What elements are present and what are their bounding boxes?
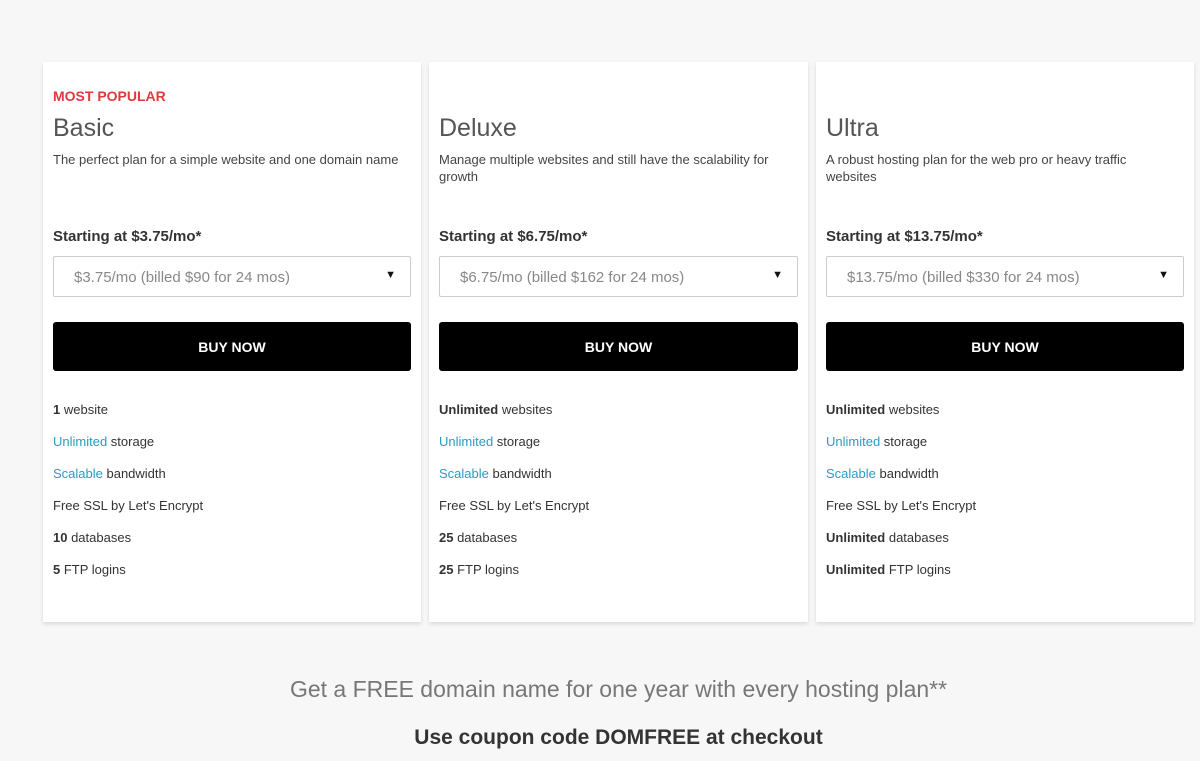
plan-card-basic: MOST POPULAR Basic The perfect plan for … bbox=[43, 62, 421, 622]
feature-bold: Unlimited bbox=[826, 530, 885, 545]
feature-text: databases bbox=[885, 530, 949, 545]
feature-bold: Unlimited bbox=[439, 402, 498, 417]
dropdown-arrow-icon: ▼ bbox=[385, 269, 396, 281]
feature-item: 5 FTP logins bbox=[53, 562, 203, 594]
starting-price: Starting at $13.75/mo* bbox=[826, 228, 983, 245]
dropdown-arrow-icon: ▼ bbox=[772, 269, 783, 281]
feature-item: Free SSL by Let's Encrypt bbox=[53, 498, 203, 530]
feature-text: bandwidth bbox=[103, 466, 166, 481]
feature-bold: 25 bbox=[439, 530, 453, 545]
billing-term-select[interactable]: $3.75/mo (billed $90 for 24 mos) ▼ bbox=[53, 256, 411, 297]
coupon-note: Use coupon code DOMFREE at checkout bbox=[0, 726, 1200, 750]
feature-link[interactable]: Unlimited bbox=[53, 434, 107, 449]
feature-item: Unlimited websites bbox=[826, 402, 976, 434]
plan-name: Ultra bbox=[826, 114, 879, 143]
plan-name: Deluxe bbox=[439, 114, 517, 143]
plan-name: Basic bbox=[53, 114, 114, 143]
feature-link[interactable]: Scalable bbox=[53, 466, 103, 481]
feature-bold: Unlimited bbox=[826, 402, 885, 417]
feature-item: Unlimited websites bbox=[439, 402, 589, 434]
feature-text: databases bbox=[453, 530, 517, 545]
feature-item: 25 FTP logins bbox=[439, 562, 589, 594]
feature-link[interactable]: Scalable bbox=[826, 466, 876, 481]
feature-text: storage bbox=[880, 434, 927, 449]
feature-text: websites bbox=[498, 402, 552, 417]
feature-list: Unlimited websitesUnlimited storageScala… bbox=[826, 402, 976, 594]
plan-description: A robust hosting plan for the web pro or… bbox=[826, 151, 1174, 185]
feature-text: FTP logins bbox=[885, 562, 951, 577]
feature-bold: 10 bbox=[53, 530, 67, 545]
feature-item: Scalable bandwidth bbox=[826, 466, 976, 498]
buy-now-button[interactable]: BUY NOW bbox=[826, 322, 1184, 371]
starting-price: Starting at $6.75/mo* bbox=[439, 228, 587, 245]
feature-text: storage bbox=[107, 434, 154, 449]
feature-text: Free SSL by Let's Encrypt bbox=[439, 498, 589, 513]
feature-item: Scalable bandwidth bbox=[439, 466, 589, 498]
feature-item: Free SSL by Let's Encrypt bbox=[826, 498, 976, 530]
select-value: $3.75/mo (billed $90 for 24 mos) bbox=[74, 269, 290, 286]
most-popular-badge: MOST POPULAR bbox=[53, 88, 166, 104]
feature-link[interactable]: Unlimited bbox=[439, 434, 493, 449]
feature-item: 10 databases bbox=[53, 530, 203, 562]
feature-link[interactable]: Scalable bbox=[439, 466, 489, 481]
feature-item: Unlimited storage bbox=[826, 434, 976, 466]
feature-text: Free SSL by Let's Encrypt bbox=[826, 498, 976, 513]
feature-text: websites bbox=[885, 402, 939, 417]
feature-item: Unlimited FTP logins bbox=[826, 562, 976, 594]
feature-text: bandwidth bbox=[489, 466, 552, 481]
feature-item: Free SSL by Let's Encrypt bbox=[439, 498, 589, 530]
feature-item: 1 website bbox=[53, 402, 203, 434]
feature-list: Unlimited websitesUnlimited storageScala… bbox=[439, 402, 589, 594]
plan-description: Manage multiple websites and still have … bbox=[439, 151, 788, 185]
feature-text: bandwidth bbox=[876, 466, 939, 481]
feature-item: Scalable bandwidth bbox=[53, 466, 203, 498]
feature-text: FTP logins bbox=[453, 562, 519, 577]
feature-text: storage bbox=[493, 434, 540, 449]
free-domain-promo: Get a FREE domain name for one year with… bbox=[0, 676, 1200, 703]
dropdown-arrow-icon: ▼ bbox=[1158, 269, 1169, 281]
buy-now-button[interactable]: BUY NOW bbox=[53, 322, 411, 371]
starting-price: Starting at $3.75/mo* bbox=[53, 228, 201, 245]
plan-card-ultra: Ultra A robust hosting plan for the web … bbox=[816, 62, 1194, 622]
feature-link[interactable]: Unlimited bbox=[826, 434, 880, 449]
plan-card-deluxe: Deluxe Manage multiple websites and stil… bbox=[429, 62, 808, 622]
feature-text: website bbox=[60, 402, 108, 417]
plan-description: The perfect plan for a simple website an… bbox=[53, 151, 401, 168]
feature-list: 1 websiteUnlimited storageScalable bandw… bbox=[53, 402, 203, 594]
feature-item: Unlimited storage bbox=[439, 434, 589, 466]
billing-term-select[interactable]: $6.75/mo (billed $162 for 24 mos) ▼ bbox=[439, 256, 798, 297]
feature-bold: Unlimited bbox=[826, 562, 885, 577]
select-value: $6.75/mo (billed $162 for 24 mos) bbox=[460, 269, 684, 286]
feature-bold: 25 bbox=[439, 562, 453, 577]
feature-item: Unlimited storage bbox=[53, 434, 203, 466]
buy-now-button[interactable]: BUY NOW bbox=[439, 322, 798, 371]
billing-term-select[interactable]: $13.75/mo (billed $330 for 24 mos) ▼ bbox=[826, 256, 1184, 297]
select-value: $13.75/mo (billed $330 for 24 mos) bbox=[847, 269, 1080, 286]
feature-item: 25 databases bbox=[439, 530, 589, 562]
feature-item: Unlimited databases bbox=[826, 530, 976, 562]
feature-text: FTP logins bbox=[60, 562, 126, 577]
feature-text: databases bbox=[67, 530, 131, 545]
feature-text: Free SSL by Let's Encrypt bbox=[53, 498, 203, 513]
